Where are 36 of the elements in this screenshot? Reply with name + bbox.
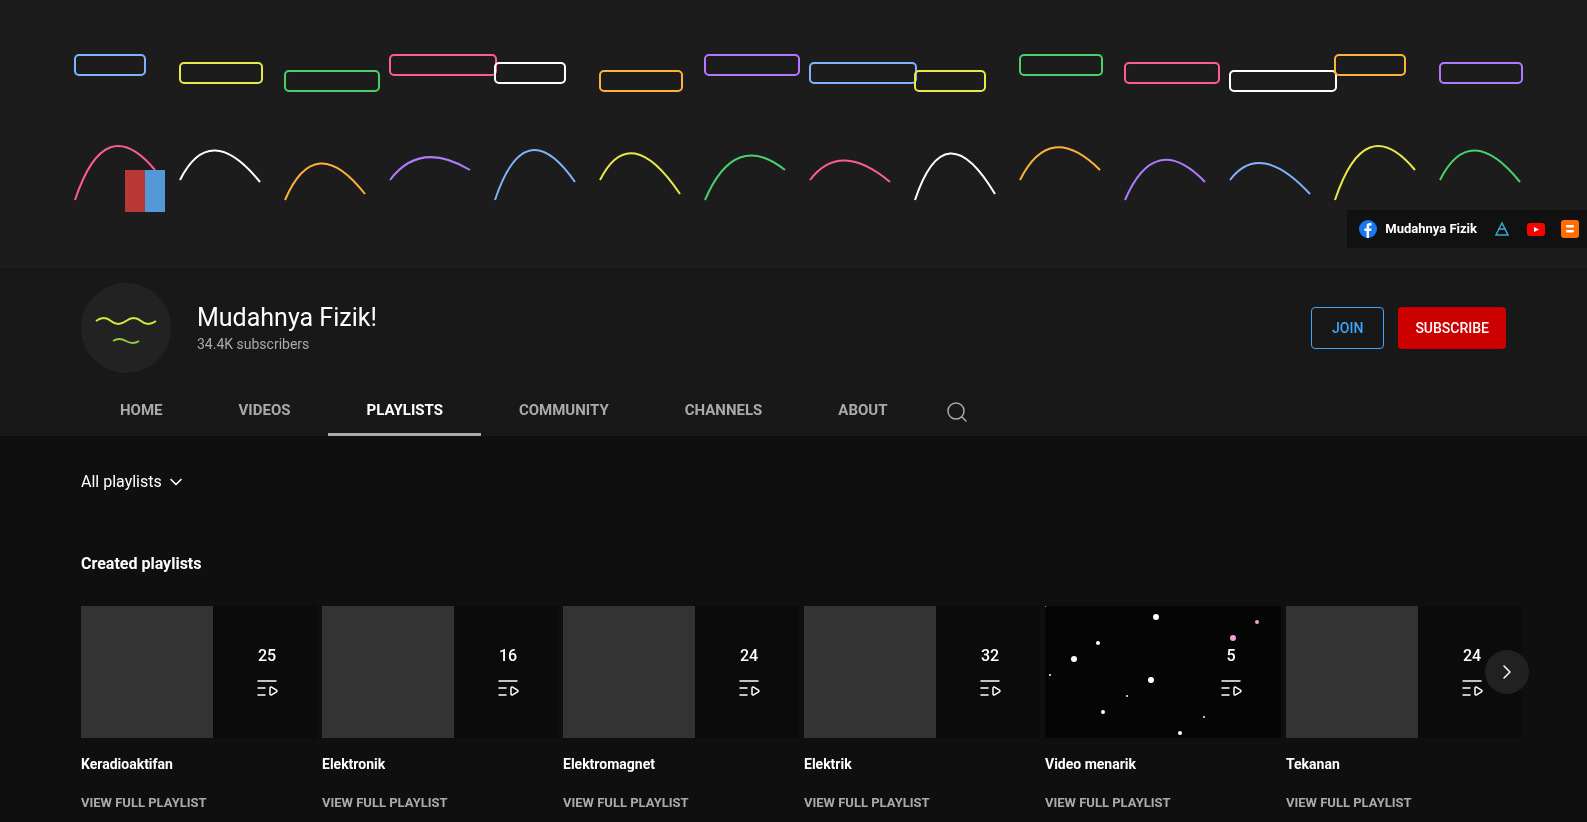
- view-playlist-link[interactable]: VIEW FULL PLAYLIST: [1045, 793, 1281, 813]
- channel-tab[interactable]: HOME: [82, 388, 201, 436]
- video-count: 32: [980, 645, 1000, 667]
- channel-name: Mudahnya Fizik!: [197, 301, 377, 334]
- view-playlist-link[interactable]: VIEW FULL PLAYLIST: [322, 793, 558, 813]
- view-playlist-link[interactable]: VIEW FULL PLAYLIST: [804, 793, 1040, 813]
- channel-tab[interactable]: ABOUT: [800, 388, 926, 436]
- video-count: 16: [498, 645, 518, 667]
- play-icon[interactable]: [1527, 222, 1545, 236]
- link-label[interactable]: Mudahnya Fizik: [1385, 219, 1477, 239]
- join-button[interactable]: JOIN: [1311, 307, 1385, 349]
- playlist-title[interactable]: Tekanan: [1286, 754, 1522, 775]
- playlist-title[interactable]: Video menarik: [1045, 754, 1281, 775]
- search-icon[interactable]: [945, 400, 970, 424]
- blog-icon[interactable]: [1561, 220, 1579, 238]
- section-title: Created playlists: [81, 553, 203, 575]
- playlist-title[interactable]: Elektrik: [804, 754, 1040, 775]
- view-playlist-link[interactable]: VIEW FULL PLAYLIST: [81, 793, 317, 813]
- playlist-title[interactable]: Elektronik: [322, 754, 558, 775]
- subscribe-button[interactable]: SUBSCRIBE: [1398, 307, 1506, 349]
- view-playlist-link[interactable]: VIEW FULL PLAYLIST: [563, 793, 799, 813]
- playlist-title[interactable]: Elektromagnet: [563, 754, 799, 775]
- video-count: 24: [1462, 645, 1482, 667]
- subscriber-count: 34.4K subscribers: [197, 334, 311, 354]
- channel-tab[interactable]: VIDEOS: [200, 388, 329, 436]
- video-count: 5: [1226, 645, 1236, 667]
- crystal-icon[interactable]: [1493, 220, 1511, 238]
- facebook-icon[interactable]: [1359, 220, 1378, 238]
- channel-tab[interactable]: COMMUNITY: [480, 388, 647, 436]
- playlist-title[interactable]: Keradioaktifan: [81, 754, 317, 775]
- video-count: 25: [257, 645, 277, 667]
- view-playlist-link[interactable]: VIEW FULL PLAYLIST: [1286, 793, 1522, 813]
- video-count: 24: [739, 645, 759, 667]
- channel-tab[interactable]: PLAYLISTS: [328, 388, 481, 436]
- channel-tab[interactable]: CHANNELS: [646, 388, 801, 436]
- playlist-filter[interactable]: All playlists: [81, 464, 186, 500]
